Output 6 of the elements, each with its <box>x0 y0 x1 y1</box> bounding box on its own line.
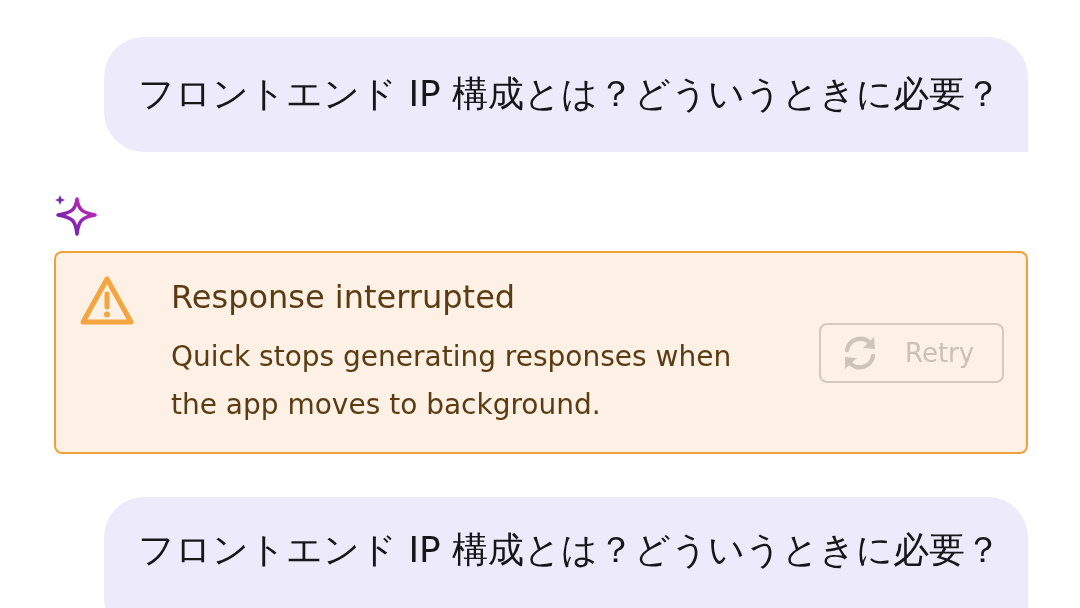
message-text: フロントエンド IP 構成とは？どういうときに必要？ <box>138 528 1002 572</box>
warning-icon <box>80 275 134 327</box>
message-text: フロントエンド IP 構成とは？どういうときに必要？ <box>138 72 1002 117</box>
sparkle-icon <box>54 193 98 237</box>
error-title: Response interrupted <box>171 277 517 318</box>
error-message: Quick stops generating responses when the app moves to background. <box>171 339 733 423</box>
